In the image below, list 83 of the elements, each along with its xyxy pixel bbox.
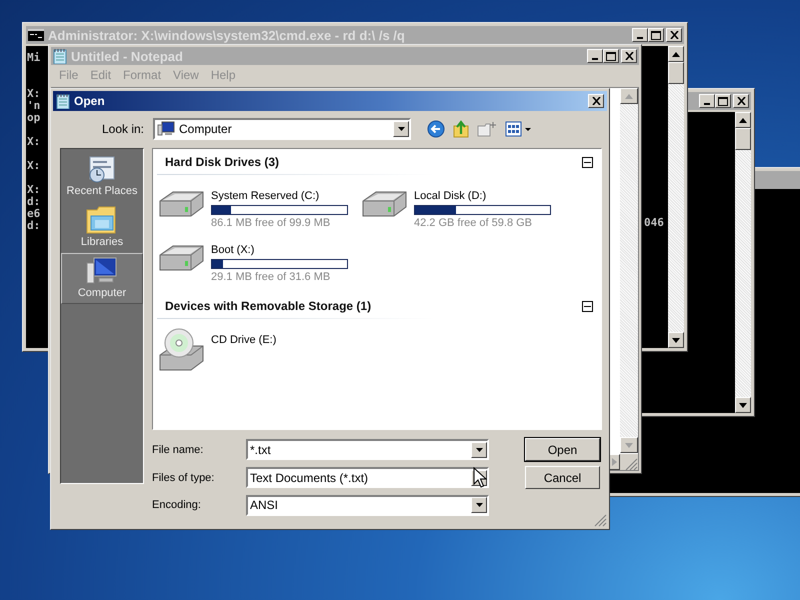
maximize-button[interactable] (603, 49, 619, 63)
free-space-text: 29.1 MB free of 31.6 MB (211, 271, 332, 283)
dropdown-arrow-button[interactable] (471, 442, 487, 458)
scroll-thumb[interactable] (735, 128, 751, 150)
down-arrow-icon (476, 448, 482, 452)
up-arrow-icon (739, 118, 747, 122)
dropdown-field[interactable]: *.txt (246, 439, 489, 460)
new-folder-icon[interactable] (477, 121, 497, 137)
console-text: d: (27, 196, 42, 208)
scrollbar[interactable] (620, 88, 638, 453)
up-arrow-icon (625, 94, 633, 98)
maximize-icon (606, 52, 616, 60)
free-space-text: 86.1 MB free of 99.9 MB (211, 217, 332, 229)
down-arrow-icon (672, 338, 680, 342)
down-arrow-icon (476, 503, 482, 507)
down-arrow-icon (739, 402, 747, 408)
group-header: Devices with Removable Storage (1) (165, 299, 372, 313)
console-text: X: (27, 160, 42, 172)
computer-icon (157, 121, 175, 137)
collapse-icon[interactable] (582, 156, 593, 168)
places-item[interactable]: Recent Places (61, 151, 143, 202)
dialog-title: Open (74, 94, 105, 108)
notepad-icon (56, 93, 70, 109)
maximize-button[interactable] (715, 94, 731, 108)
console-text: d: (27, 220, 42, 232)
console-text: e6 (27, 208, 42, 220)
scroll-down-button[interactable] (620, 437, 638, 453)
drive-name: Local Disk (D:) (414, 189, 488, 203)
dropdown-arrow-button[interactable] (393, 121, 409, 137)
close-button[interactable] (666, 28, 682, 42)
close-icon (592, 97, 600, 105)
collapse-icon[interactable] (582, 300, 593, 312)
free-space-text: 42.2 GB free of 59.8 GB (414, 217, 534, 229)
console-text: Mi (27, 52, 42, 64)
field-label: Files of type: (152, 472, 216, 484)
places-item[interactable]: Libraries (61, 202, 143, 253)
maximize-button[interactable] (648, 28, 664, 42)
scroll-up-button[interactable] (735, 112, 751, 128)
look-in-dropdown[interactable]: Computer (153, 118, 411, 140)
field-label: File name: (152, 444, 204, 456)
console-text: 046 (644, 217, 664, 229)
minimize-button[interactable] (699, 94, 715, 108)
look-in-label: Look in: (100, 122, 144, 136)
resize-grip-icon (593, 513, 607, 527)
console-text: X: (27, 136, 42, 148)
console-icon (28, 29, 44, 41)
console-text: 'n (27, 100, 42, 112)
close-button[interactable] (588, 94, 604, 108)
maximize-icon (718, 96, 728, 106)
close-icon (670, 31, 678, 39)
dropdown-arrow-button[interactable] (471, 497, 487, 513)
scrollbar[interactable] (735, 112, 751, 413)
drive-name: System Reserved (C:) (211, 189, 320, 203)
group-header: Hard Disk Drives (3) (165, 155, 280, 169)
close-icon (736, 97, 746, 105)
scroll-down-button[interactable] (668, 332, 684, 348)
places-item[interactable]: Computer (61, 253, 143, 304)
view-menu-icon[interactable] (505, 121, 533, 137)
scroll-thumb[interactable] (668, 62, 684, 84)
console-text: X: (27, 184, 42, 196)
scrollbar[interactable] (668, 46, 684, 348)
cancel-button[interactable]: Cancel (525, 466, 600, 489)
down-arrow-icon (625, 442, 633, 448)
console-text: X: (27, 88, 42, 100)
close-button[interactable] (621, 49, 637, 63)
open-button[interactable]: Open (525, 438, 600, 461)
scroll-up-button[interactable] (620, 88, 638, 104)
field-label: Encoding: (152, 499, 202, 511)
minimize-button[interactable] (632, 28, 648, 42)
maximize-icon (651, 30, 661, 40)
notepad-icon (53, 48, 67, 64)
up-arrow-icon (672, 52, 680, 56)
drive-name: CD Drive (E:) (211, 333, 276, 347)
down-arrow-icon (398, 127, 404, 131)
console-text: op (27, 112, 42, 124)
scroll-down-button[interactable] (735, 397, 751, 413)
close-icon (624, 52, 634, 60)
scroll-up-button[interactable] (668, 46, 684, 62)
right-arrow-icon (612, 458, 616, 466)
drive-name: Boot (X:) (211, 243, 256, 257)
minimize-button[interactable] (587, 49, 603, 63)
dropdown-field[interactable]: ANSI (246, 494, 489, 516)
close-button[interactable] (733, 94, 749, 108)
